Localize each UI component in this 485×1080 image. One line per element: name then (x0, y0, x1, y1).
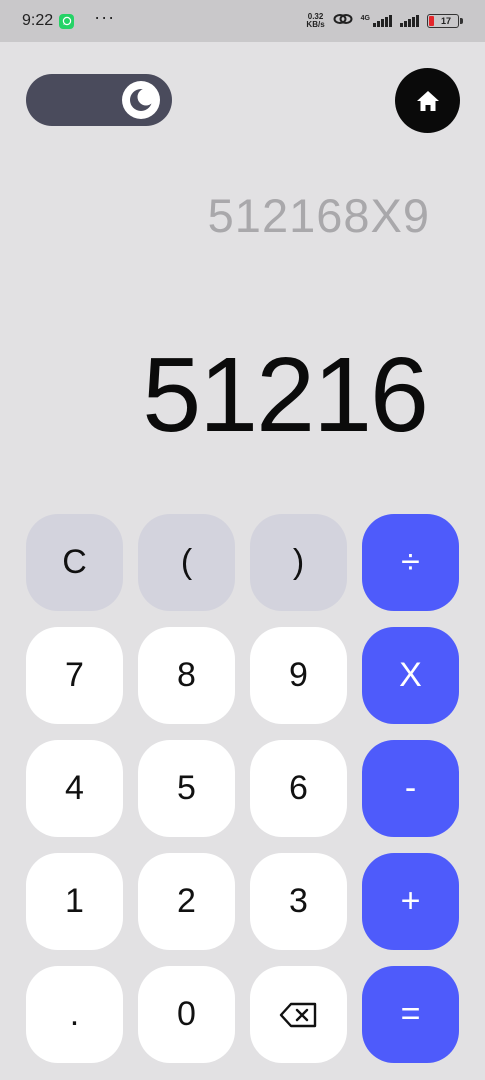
digit-4-button[interactable]: 4 (26, 740, 123, 837)
divide-button[interactable]: ÷ (362, 514, 459, 611)
digit-7-button[interactable]: 7 (26, 627, 123, 724)
home-icon (416, 90, 439, 111)
keypad: C ( ) ÷ 7 8 9 X 4 5 6 - 1 2 3 + . 0 = (26, 514, 459, 1063)
subtract-button[interactable]: - (362, 740, 459, 837)
digit-6-button[interactable]: 6 (250, 740, 347, 837)
status-right: 0.32 KB/s 4G 17 (306, 12, 463, 31)
open-paren-button[interactable]: ( (138, 514, 235, 611)
digit-1-button[interactable]: 1 (26, 853, 123, 950)
net-speed-unit: KB/s (306, 20, 325, 29)
more-notifications-indicator: ··· (94, 6, 116, 27)
signal-icon (400, 15, 419, 27)
digit-5-button[interactable]: 5 (138, 740, 235, 837)
result-display: 51216 (142, 336, 429, 454)
backspace-button[interactable] (250, 966, 347, 1063)
digit-0-button[interactable]: 0 (138, 966, 235, 1063)
signal-icon: 4G (361, 15, 392, 27)
digit-8-button[interactable]: 8 (138, 627, 235, 724)
status-left: 9:22 ··· (22, 7, 115, 30)
add-button[interactable]: + (362, 853, 459, 950)
multiply-button[interactable]: X (362, 627, 459, 724)
net-speed: 0.32 KB/s (306, 13, 324, 29)
whatsapp-icon (59, 13, 75, 29)
network-type: 4G (360, 15, 370, 22)
status-time: 9:22 (22, 12, 54, 29)
decimal-button[interactable]: . (26, 966, 123, 1063)
digit-2-button[interactable]: 2 (138, 853, 235, 950)
digit-3-button[interactable]: 3 (250, 853, 347, 950)
hotspot-link-icon (333, 12, 353, 31)
digit-9-button[interactable]: 9 (250, 627, 347, 724)
battery-level: 17 (440, 16, 451, 26)
moon-icon (130, 88, 154, 111)
theme-toggle-knob[interactable] (122, 81, 160, 119)
home-button[interactable] (395, 68, 460, 133)
expression-display: 512168X9 (207, 189, 430, 242)
status-bar: 9:22 ··· 0.32 KB/s 4G 17 (0, 0, 485, 42)
theme-toggle[interactable] (26, 74, 172, 126)
clear-button[interactable]: C (26, 514, 123, 611)
backspace-icon (279, 1002, 316, 1027)
battery-fill (429, 16, 434, 26)
close-paren-button[interactable]: ) (250, 514, 347, 611)
battery-icon: 17 (427, 14, 463, 28)
equals-button[interactable]: = (362, 966, 459, 1063)
